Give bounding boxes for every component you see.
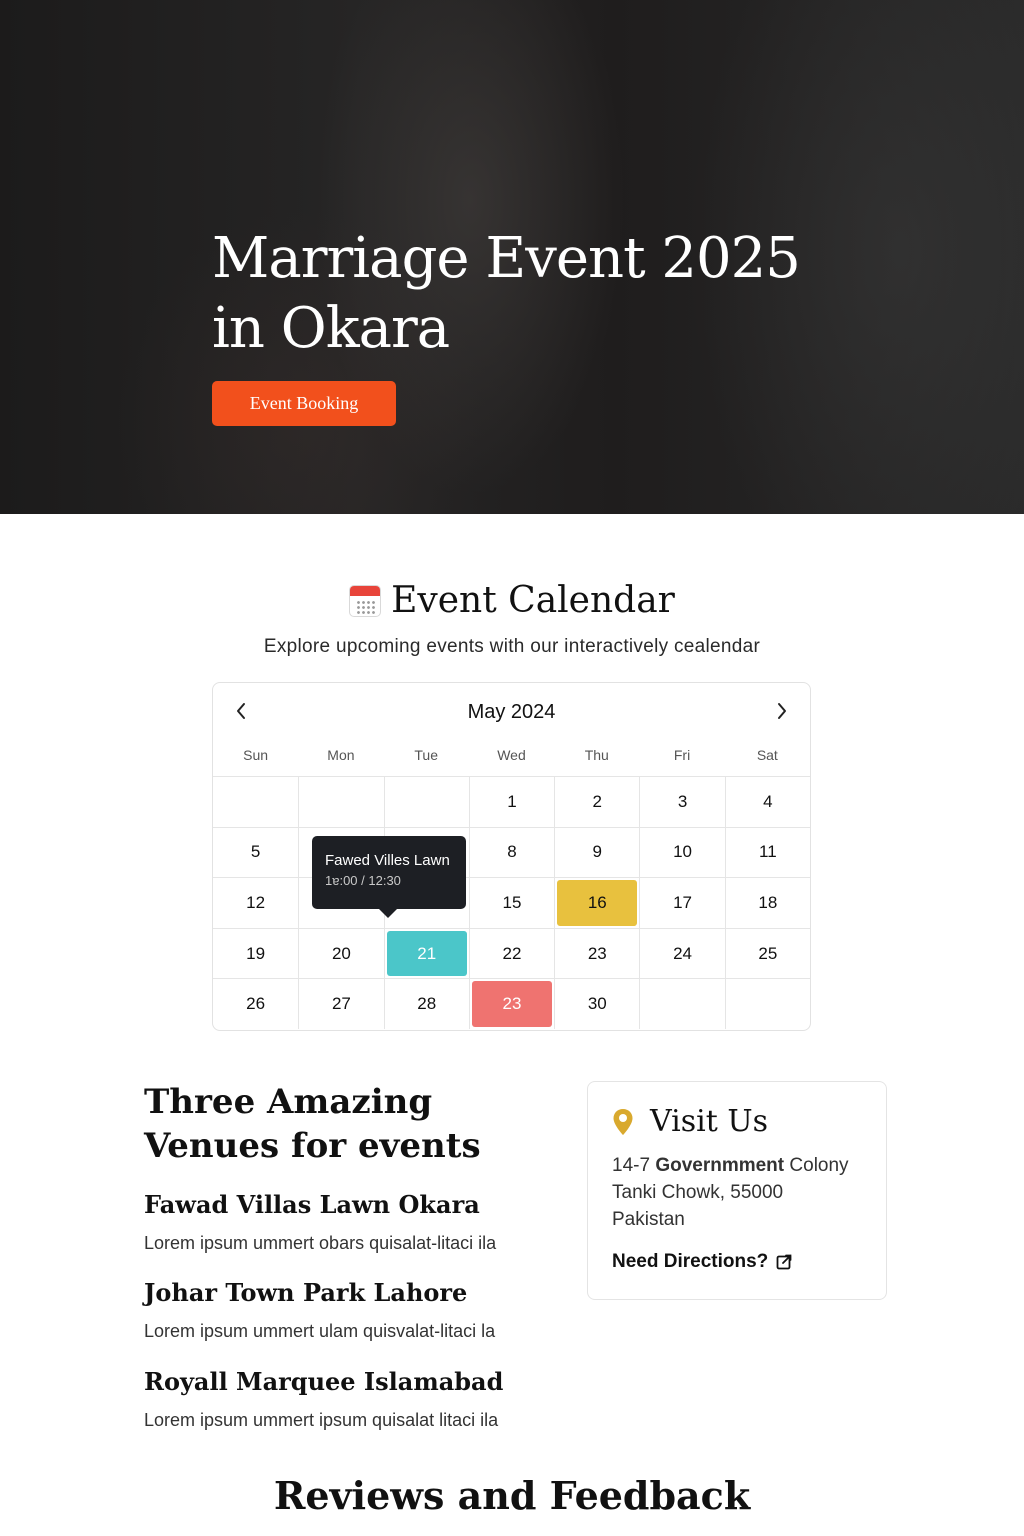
weekday-label: Thu (584, 747, 609, 763)
calendar-empty-cell (639, 978, 725, 1029)
reviews-title: Reviews and Feedback (273, 1473, 751, 1518)
visit-title: Visit Us (650, 1104, 768, 1139)
day-number: 11 (759, 842, 777, 862)
venue-description: Lorem ipsum ummert ulam quisvalat-litaci… (144, 1321, 496, 1341)
calendar-empty-cell (298, 776, 384, 827)
event-booking-button[interactable]: Event Booking (212, 381, 396, 426)
calendar-day[interactable]: 1 (468, 776, 555, 827)
calendar-day[interactable]: 27 (298, 978, 384, 1029)
hero-banner: Marriage Event 2025 in Okara Event Booki… (0, 0, 1024, 514)
address-bold: Governmment (655, 1155, 785, 1176)
event-calendar: May 2024 Sun Mon Tue Wed Thu Fri Sat 1 2 3 4 5 8 9 10… (212, 682, 811, 1031)
day-number: 10 (673, 842, 693, 862)
calendar-grid: 1 2 3 4 5 8 9 10 11 12 15 16 17 18 19 20 21 22 23 24 25 26 27 2… (213, 776, 810, 1029)
day-number: 20 (331, 943, 351, 963)
weekday-label: Mon (327, 747, 355, 763)
address-suffix: Colony (784, 1155, 849, 1176)
calendar-day[interactable]: 20 (298, 927, 384, 979)
calendar-month-label: May 2024 (467, 701, 556, 723)
weekday-label: Tue (414, 747, 438, 763)
calendar-day[interactable]: 30 (554, 978, 640, 1029)
tooltip-title: Fawed Villes Lawn (325, 852, 450, 869)
calendar-day[interactable]: 23 (554, 927, 640, 979)
calendar-day[interactable]: 12 (213, 877, 299, 928)
hero-title: Marriage Event 2025 in Okara (212, 226, 801, 361)
calendar-day[interactable]: 25 (724, 927, 810, 979)
calendar-empty-cell (213, 776, 299, 827)
calendar-day[interactable]: 8 (468, 826, 555, 878)
calendar-day[interactable]: 9 (554, 826, 640, 878)
calendar-day[interactable]: 22 (468, 927, 555, 979)
weekday-label: Wed (497, 747, 526, 763)
day-number: 5 (250, 842, 261, 862)
map-pin-icon (613, 1109, 633, 1135)
day-number: 2 (592, 791, 603, 811)
day-number: 21 (417, 943, 437, 963)
day-number: 27 (331, 994, 351, 1014)
weekday-label: Sun (243, 747, 269, 763)
day-number: 8 (507, 842, 517, 862)
day-number: 22 (502, 943, 522, 963)
calendar-day[interactable]: 21 (383, 927, 469, 979)
day-number: 23 (587, 943, 607, 963)
address-line-1: 14-7 Governmment Colony (612, 1152, 882, 1179)
calendar-day[interactable]: 2 (554, 776, 640, 827)
calendar-day[interactable]: 11 (724, 826, 810, 878)
calendar-day[interactable]: 24 (639, 927, 725, 979)
calendar-day[interactable]: 10 (639, 826, 725, 878)
venue-name[interactable]: Fawad Villas Lawn Okara (144, 1190, 564, 1220)
chevron-right-icon[interactable] (776, 701, 788, 725)
external-link-icon (776, 1254, 792, 1270)
day-number: 30 (587, 994, 607, 1014)
day-number: 24 (673, 943, 693, 963)
venue-description: Lorem ipsum ummert ipsum quisalat litaci… (144, 1410, 499, 1430)
address-line-3: Pakistan (612, 1209, 685, 1230)
calendar-icon (349, 585, 382, 617)
day-number: 9 (592, 842, 603, 862)
weekday-label: Fri (673, 747, 691, 763)
calendar-day[interactable]: 28 (383, 978, 469, 1029)
calendar-subtitle: Explore upcoming events with our interac… (263, 636, 761, 657)
day-number: 12 (246, 892, 266, 912)
calendar-heading-text: Event Calendar (391, 580, 675, 621)
venues-title: Three Amazing Venues for events (144, 1082, 481, 1166)
day-number: 17 (673, 892, 693, 912)
directions-label: Need Directions? (612, 1251, 769, 1272)
day-number: 25 (758, 943, 778, 963)
day-number: 26 (246, 994, 266, 1014)
calendar-day[interactable]: 16 (554, 877, 640, 928)
calendar-day[interactable]: 17 (639, 877, 725, 928)
address-line-2: Tanki Chowk, 55000 (612, 1182, 784, 1203)
calendar-empty-cell (724, 978, 810, 1029)
calendar-day[interactable]: 19 (213, 927, 299, 979)
day-number: 28 (417, 994, 437, 1014)
day-number: 19 (246, 943, 266, 963)
address-prefix: 14-7 (612, 1155, 656, 1176)
day-number: 3 (677, 791, 688, 811)
calendar-day[interactable]: 18 (724, 877, 810, 928)
event-tooltip: Fawed Villes Lawn 1ɐ:00 / 12:30 (312, 836, 466, 918)
calendar-day[interactable]: 23 (468, 978, 555, 1029)
calendar-day[interactable]: 15 (468, 877, 555, 928)
weekday-header: Sun Mon Tue Wed Thu Fri Sat (213, 747, 810, 769)
calendar-section-heading: Event Calendar (0, 578, 1024, 629)
day-number: 18 (758, 892, 778, 912)
visit-header: Visit Us (612, 1104, 768, 1140)
day-number: 15 (502, 892, 522, 912)
need-directions-link[interactable]: Need Directions? (612, 1251, 792, 1273)
tooltip-time: 1ɐ:00 / 12:30 (325, 873, 401, 888)
calendar-day[interactable]: 4 (724, 776, 810, 827)
venue-description: Lorem ipsum ummert obars quisalat-litaci… (144, 1233, 497, 1253)
calendar-empty-cell (383, 776, 469, 827)
day-number: 4 (763, 791, 773, 811)
calendar-day[interactable]: 3 (639, 776, 725, 827)
calendar-day[interactable]: 5 (213, 826, 299, 878)
day-number: 1 (507, 791, 517, 811)
day-number: 16 (587, 892, 607, 912)
weekday-label: Sat (756, 747, 778, 763)
venue-name[interactable]: Johar Town Park Lahore (144, 1278, 564, 1308)
day-number: 23 (502, 994, 522, 1014)
venue-name[interactable]: Royall Marquee Islamabad (144, 1367, 564, 1397)
calendar-day[interactable]: 26 (213, 978, 299, 1029)
